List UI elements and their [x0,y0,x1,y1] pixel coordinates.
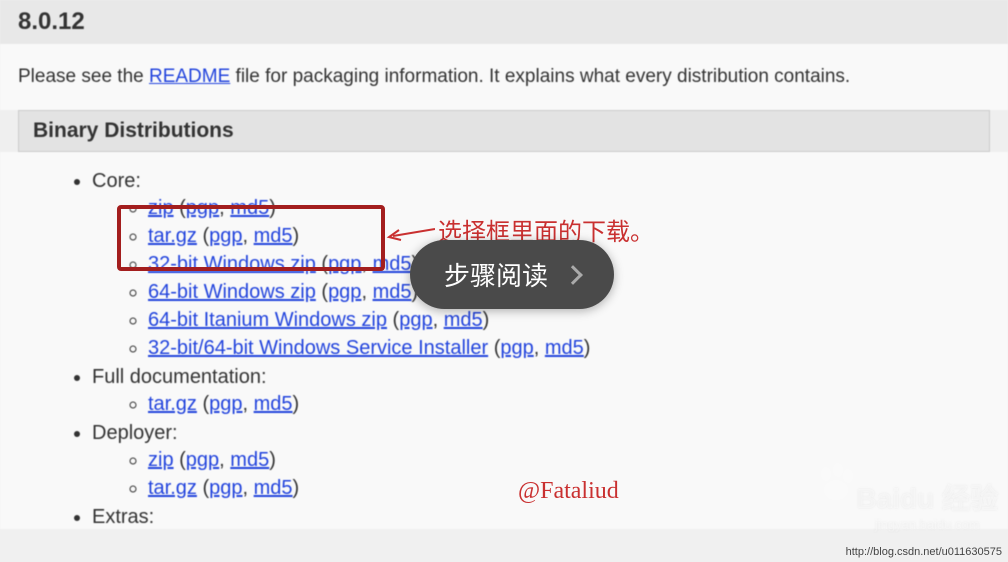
download-link-dep-targz[interactable]: tar.gz [148,477,197,499]
baidu-paw-icon [816,462,856,502]
download-link-win64[interactable]: 64-bit Windows zip [148,281,316,303]
author-handle: @Fataliud [518,478,619,505]
group-docs: Full documentation: tar.gz (pgp, md5) [92,366,990,416]
group-label: Deployer: [92,422,178,444]
readme-link[interactable]: README [149,66,230,87]
desc-suffix: file for packaging information. It expla… [230,66,850,87]
md5-link[interactable]: md5 [444,309,483,331]
docs-items: tar.gz (pgp, md5) [148,393,990,416]
pgp-link[interactable]: pgp [500,337,533,359]
md5-link[interactable]: md5 [254,477,293,499]
md5-link[interactable]: md5 [230,449,269,471]
pgp-link[interactable]: pgp [186,449,219,471]
pgp-link[interactable]: pgp [328,281,361,303]
download-link-installer[interactable]: 32-bit/64-bit Windows Service Installer [148,337,488,359]
source-url-text: http://blog.csdn.net/u011630575 [846,546,1002,558]
md5-link[interactable]: md5 [254,393,293,415]
download-link-win32[interactable]: 32-bit Windows zip [148,253,316,275]
list-item: zip (pgp, md5) [148,449,990,472]
pgp-link[interactable]: pgp [209,393,242,415]
group-label: Full documentation: [92,366,267,388]
md5-link[interactable]: md5 [373,253,412,275]
content-area: Core: zip (pgp, md5) tar.gz (pgp, md5) 3… [0,152,1008,529]
list-item: 32-bit/64-bit Windows Service Installer … [148,337,990,360]
pgp-link[interactable]: pgp [186,197,219,219]
download-link-targz[interactable]: tar.gz [148,225,197,247]
step-button-label: 步骤阅读 [444,256,548,293]
pgp-link[interactable]: pgp [209,477,242,499]
download-link-zip[interactable]: zip [148,197,174,219]
desc-prefix: Please see the [18,66,149,87]
group-label: Core: [92,170,141,192]
step-read-button[interactable]: 步骤阅读 [410,240,614,309]
pgp-link[interactable]: pgp [399,309,432,331]
chevron-right-icon [563,265,583,285]
download-link-docs-targz[interactable]: tar.gz [148,393,197,415]
md5-link[interactable]: md5 [545,337,584,359]
list-item: 64-bit Itanium Windows zip (pgp, md5) [148,309,990,332]
watermark-brand: Baidu 经验 [856,477,998,517]
watermark-url: jingyan.baidu.com [856,517,998,532]
list-item: zip (pgp, md5) [148,197,990,220]
list-item: tar.gz (pgp, md5) [148,393,990,416]
section-header: Binary Distributions [18,110,990,152]
md5-link[interactable]: md5 [373,281,412,303]
md5-link[interactable]: md5 [230,197,269,219]
pgp-link[interactable]: pgp [209,225,242,247]
group-label: Extras: [92,506,154,528]
download-link-itanium[interactable]: 64-bit Itanium Windows zip [148,309,387,331]
version-header: 8.0.12 [0,0,1008,44]
baidu-watermark: Baidu 经验 jingyan.baidu.com [856,477,998,532]
download-link-dep-zip[interactable]: zip [148,449,174,471]
pgp-link[interactable]: pgp [328,253,361,275]
description-text: Please see the README file for packaging… [0,44,1008,110]
md5-link[interactable]: md5 [254,225,293,247]
